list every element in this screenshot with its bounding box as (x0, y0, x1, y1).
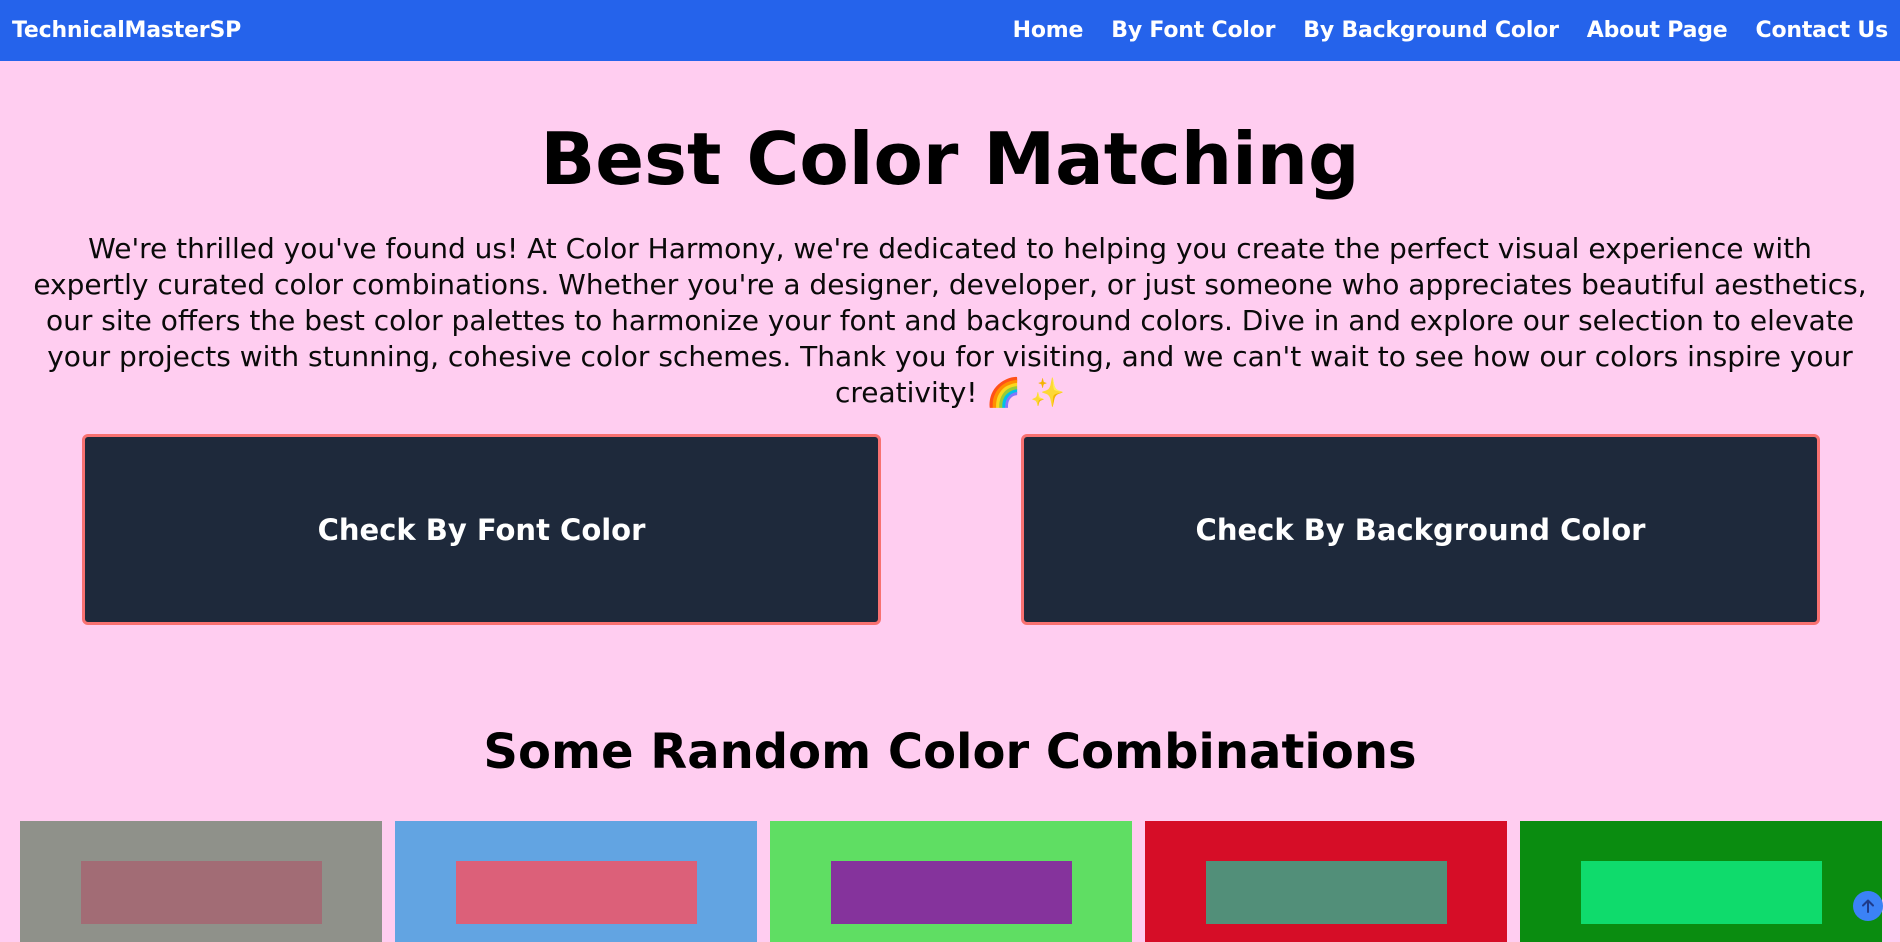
color-combination-card[interactable] (395, 821, 757, 942)
top-navbar: TechnicalMasterSP Home By Font Color By … (0, 0, 1900, 61)
scroll-to-top-button[interactable] (1853, 891, 1883, 921)
color-combination-card[interactable] (1145, 821, 1507, 942)
nav-contact-us[interactable]: Contact Us (1756, 18, 1889, 43)
check-by-background-color-button[interactable]: Check By Background Color (1021, 434, 1820, 625)
brand-logo-text[interactable]: TechnicalMasterSP (12, 18, 241, 43)
intro-paragraph: We're thrilled you've found us! At Color… (33, 232, 1867, 409)
color-combination-sample (1206, 861, 1447, 924)
check-by-font-color-button[interactable]: Check By Font Color (82, 434, 881, 625)
nav-about-page[interactable]: About Page (1587, 18, 1728, 43)
color-combination-sample (456, 861, 697, 924)
main-nav: Home By Font Color By Background Color A… (1013, 18, 1889, 43)
color-combination-sample (831, 861, 1072, 924)
color-combination-card[interactable] (770, 821, 1132, 942)
nav-home[interactable]: Home (1013, 18, 1084, 43)
random-combinations-heading: Some Random Color Combinations (483, 724, 1417, 780)
color-combination-card[interactable] (20, 821, 382, 942)
page-title: Best Color Matching (540, 117, 1360, 201)
color-combination-sample (1581, 861, 1822, 924)
color-combination-sample (81, 861, 322, 924)
color-combination-card[interactable] (1520, 821, 1882, 942)
nav-by-font-color[interactable]: By Font Color (1111, 18, 1275, 43)
nav-by-background-color[interactable]: By Background Color (1303, 18, 1559, 43)
arrow-up-icon (1862, 899, 1874, 913)
color-combination-grid (0, 821, 1900, 942)
